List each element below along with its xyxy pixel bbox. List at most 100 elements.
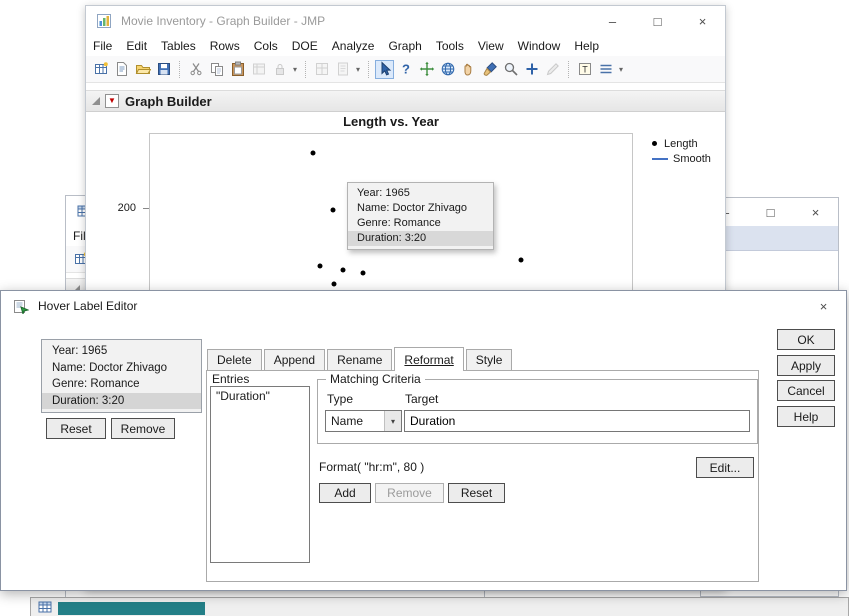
data-table-icon	[37, 599, 53, 615]
apply-button[interactable]: Apply	[777, 355, 835, 376]
tab-strip: Delete Append Rename Reformat Style	[207, 347, 514, 371]
window-title: Movie Inventory - Graph Builder - JMP	[121, 14, 325, 28]
scatter-point[interactable]	[341, 268, 346, 273]
annotate-icon[interactable]: T	[575, 60, 594, 79]
menu-item[interactable]: Rows	[203, 37, 247, 55]
menu-item[interactable]: Graph	[381, 37, 428, 55]
copy-icon[interactable]	[207, 60, 226, 79]
matching-criteria-group: Matching Criteria Type Target Name ▾	[317, 379, 758, 444]
lock-icon	[270, 60, 289, 79]
new-data-table-icon[interactable]	[91, 60, 110, 79]
menu-item[interactable]: View	[471, 37, 511, 55]
menu-item[interactable]: Window	[511, 37, 568, 55]
bottom-window-fragment	[30, 597, 849, 616]
cut-icon[interactable]	[186, 60, 205, 79]
remove-button: Remove	[375, 483, 444, 503]
menu-item[interactable]: Tables	[154, 37, 203, 55]
legend-length-label[interactable]: Length	[664, 138, 698, 150]
minimize-button[interactable]: –	[590, 6, 635, 36]
menu-item[interactable]: DOE	[285, 37, 325, 55]
cancel-button[interactable]: Cancel	[777, 380, 835, 401]
menu-bar: FileEditTablesRowsColsDOEAnalyzeGraphToo…	[86, 36, 725, 56]
add-button[interactable]: Add	[319, 483, 371, 503]
close-button[interactable]: ×	[793, 198, 838, 226]
hover-label-tooltip: Year: 1965 Name: Doctor Zhivago Genre: R…	[347, 182, 494, 250]
table-panel-highlight	[58, 602, 205, 615]
preview-year[interactable]: Year: 1965	[42, 343, 201, 360]
layout-icon	[312, 60, 331, 79]
entries-list-item[interactable]: "Duration"	[211, 387, 309, 405]
menu-item[interactable]: Edit	[119, 37, 154, 55]
maximize-button[interactable]: □	[635, 6, 680, 36]
format-text: Format( "hr:m", 80 )	[319, 460, 424, 474]
add-plus-icon[interactable]	[522, 60, 541, 79]
entries-label: Entries	[212, 372, 249, 386]
type-label: Type	[327, 392, 353, 406]
magnifier-icon[interactable]	[501, 60, 520, 79]
red-triangle-menu-icon[interactable]: ▼	[105, 94, 119, 108]
edit-button[interactable]: Edit...	[696, 457, 754, 478]
close-button[interactable]: ×	[801, 291, 846, 321]
target-input[interactable]	[404, 410, 750, 432]
y-axis-tick-label: 200	[92, 202, 136, 214]
chevron-down-icon[interactable]: ▾	[293, 65, 297, 74]
chevron-down-icon[interactable]: ▾	[619, 65, 623, 74]
chevron-down-icon[interactable]: ▾	[384, 411, 401, 431]
new-script-icon[interactable]	[112, 60, 131, 79]
legend-smooth-label[interactable]: Smooth	[673, 153, 711, 165]
save-icon[interactable]	[154, 60, 173, 79]
menu-item[interactable]: Tools	[429, 37, 471, 55]
selection-arrow-icon[interactable]	[375, 60, 394, 79]
open-icon[interactable]	[133, 60, 152, 79]
graph-builder-window-icon	[94, 12, 113, 31]
maximize-button[interactable]: □	[748, 198, 793, 226]
tab-append[interactable]: Append	[264, 349, 325, 371]
toolbar-separator	[305, 61, 306, 78]
toolbar-separator	[368, 61, 369, 78]
red-triangle-glyph: ▼	[108, 97, 116, 105]
brush-icon[interactable]	[480, 60, 499, 79]
dialog-titlebar: Hover Label Editor ×	[1, 291, 846, 321]
paste-icon[interactable]	[228, 60, 247, 79]
line-style-icon[interactable]	[596, 60, 615, 79]
preview-genre[interactable]: Genre: Romance	[42, 376, 201, 393]
chevron-down-icon[interactable]: ▾	[356, 65, 360, 74]
tooltip-duration: Duration: 3:20	[348, 231, 493, 246]
menu-item[interactable]: Cols	[247, 37, 285, 55]
reset-button[interactable]: Reset	[448, 483, 505, 503]
tab-reformat[interactable]: Reformat	[394, 347, 463, 371]
tab-rename[interactable]: Rename	[327, 349, 392, 371]
graph-window-titlebar: Movie Inventory - Graph Builder - JMP – …	[86, 6, 725, 36]
scatter-point[interactable]	[361, 271, 366, 276]
scatter-point[interactable]	[331, 208, 336, 213]
tab-style[interactable]: Style	[466, 349, 513, 371]
preview-duration-selected[interactable]: Duration: 3:20	[42, 393, 201, 410]
grabber-hand-icon[interactable]	[459, 60, 478, 79]
move-icon[interactable]	[417, 60, 436, 79]
legend-item-length: Length	[652, 136, 711, 151]
preview-reset-button[interactable]: Reset	[46, 418, 106, 439]
toolbar-separator	[568, 61, 569, 78]
report-title: Graph Builder	[125, 94, 212, 109]
help-button[interactable]: Help	[777, 406, 835, 427]
preview-name[interactable]: Name: Doctor Zhivago	[42, 360, 201, 377]
ok-button[interactable]: OK	[777, 329, 835, 350]
preview-remove-button[interactable]: Remove	[111, 418, 175, 439]
pencil-icon	[543, 60, 562, 79]
scatter-point[interactable]	[318, 264, 323, 269]
menu-item[interactable]: File	[86, 37, 119, 55]
disclosure-triangle-icon[interactable]	[92, 97, 100, 105]
close-button[interactable]: ×	[680, 6, 725, 36]
scatter-point[interactable]	[311, 151, 316, 156]
entries-listbox[interactable]: "Duration"	[210, 386, 310, 563]
scatter-point[interactable]	[332, 282, 337, 287]
tab-delete[interactable]: Delete	[207, 349, 262, 371]
menu-item[interactable]: Help	[567, 37, 606, 55]
type-dropdown[interactable]: Name ▾	[325, 410, 402, 432]
report-header: ▼ Graph Builder	[86, 90, 725, 112]
menu-item[interactable]: Analyze	[325, 37, 382, 55]
help-icon[interactable]: ?	[396, 60, 415, 79]
legend-smooth-swatch	[652, 158, 668, 160]
scatter-point[interactable]	[519, 258, 524, 263]
globe-icon[interactable]	[438, 60, 457, 79]
